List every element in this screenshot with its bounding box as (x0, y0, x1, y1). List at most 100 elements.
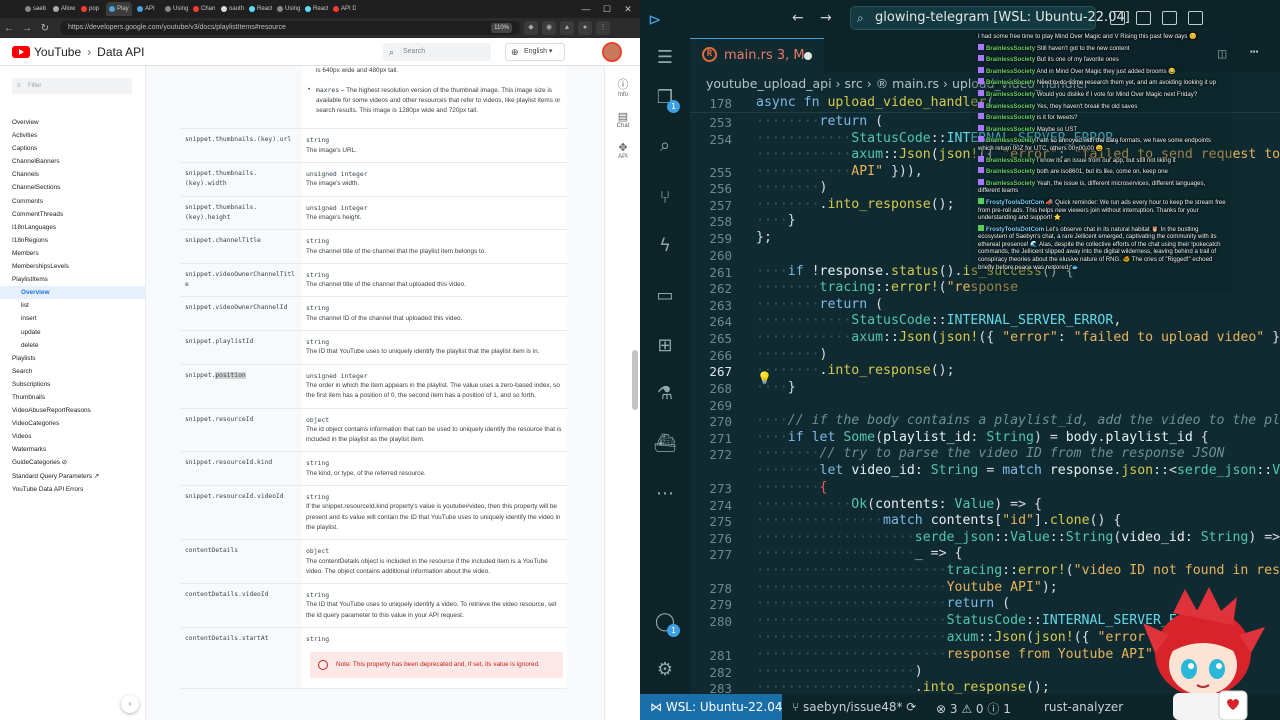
section-title[interactable]: Data API (97, 45, 144, 59)
problems-indicator[interactable]: ⊗ 3 ⚠ 0 ⓘ 1 (936, 700, 1011, 717)
sidebar-item[interactable]: Comments (0, 195, 145, 208)
code-line[interactable]: ························response from Yo… (756, 647, 1185, 662)
settings-gear-icon[interactable]: ⚙ (653, 658, 677, 682)
toggle-secondary-sidebar-icon[interactable] (1162, 11, 1177, 25)
extension-icon[interactable]: ◉ (542, 21, 556, 35)
sidebar-item[interactable]: VideoAbuseReportReasons (0, 404, 145, 417)
command-center[interactable]: ⌕ glowing-telegram [WSL: Ubuntu-22.04] (850, 6, 1130, 30)
rail-item-info[interactable]: ⓘ Info (605, 76, 640, 98)
more-actions-icon[interactable]: ⋯ (1250, 44, 1258, 60)
toggle-panel-icon[interactable] (1136, 11, 1151, 25)
more-icon[interactable]: ⋯ (653, 482, 677, 506)
sidebar-item[interactable]: VideoCategories (0, 417, 145, 430)
unsaved-dot-icon[interactable] (804, 52, 812, 60)
filter-input[interactable]: Filter (12, 78, 132, 94)
code-line[interactable]: ········return ( (756, 114, 883, 129)
forward-icon[interactable]: → (820, 10, 832, 26)
code-line[interactable]: ························tracing::error!(… (756, 563, 1280, 578)
browser-tab[interactable]: pop (78, 2, 104, 16)
collapse-sidebar-button[interactable]: ‹ (121, 695, 139, 713)
menu-icon[interactable]: ☰ (653, 46, 677, 70)
language-server-status[interactable]: rust-analyzer (1044, 700, 1123, 714)
minimize-icon[interactable]: — (576, 0, 596, 18)
sidebar-item[interactable]: CommentThreads (0, 208, 145, 221)
forward-icon[interactable]: → (18, 23, 36, 34)
code-line[interactable]: ····················_ => { (756, 546, 962, 561)
toggle-sidebar-icon[interactable] (1110, 11, 1125, 25)
code-line[interactable]: ····// if the body contains a playlist_i… (756, 413, 1280, 428)
remote-explorer-icon[interactable]: ▭ (653, 284, 677, 308)
sidebar-item[interactable]: list (0, 299, 145, 312)
code-line[interactable]: }; (756, 230, 772, 245)
sidebar-item[interactable]: GuideCategories ⊘ (0, 456, 145, 469)
url-field[interactable]: https://developers.google.com/youtube/v3… (60, 21, 520, 35)
code-line[interactable]: ············StatusCode::INTERNAL_SERVER_… (756, 313, 1121, 328)
code-line[interactable]: ············API" })), (756, 164, 923, 179)
sidebar-item[interactable]: Playlists (0, 352, 145, 365)
back-icon[interactable]: ← (792, 10, 804, 26)
sidebar-item[interactable]: delete (0, 339, 145, 352)
sidebar-item[interactable]: MembershipsLevels (0, 260, 145, 273)
customize-layout-icon[interactable] (1188, 11, 1203, 25)
code-line[interactable]: ········) (756, 347, 827, 362)
tab-main-rs[interactable]: R main.rs 3, M (690, 38, 824, 72)
extension-icon[interactable]: ▲ (560, 21, 574, 35)
sidebar-item[interactable]: Overview (0, 116, 145, 129)
scrollbar[interactable] (632, 350, 638, 410)
sidebar-item[interactable]: Videos (0, 430, 145, 443)
sidebar-item[interactable]: Channels (0, 168, 145, 181)
youtube-logo-icon[interactable] (12, 45, 30, 58)
rail-item-api[interactable]: ✥ API (605, 141, 640, 160)
run-debug-icon[interactable]: ϟ (653, 234, 677, 258)
accounts-icon[interactable]: ◯ 1 (653, 610, 680, 637)
sidebar-item[interactable]: Activities (0, 129, 145, 142)
menu-icon[interactable]: ⋮ (596, 21, 610, 35)
docker-icon[interactable]: ⛴ (653, 432, 677, 456)
code-line[interactable]: ············axum::Json(json!({ "error": … (756, 330, 1280, 345)
maximize-icon[interactable]: ☐ (597, 0, 617, 18)
source-control-icon[interactable]: ⑂ (653, 186, 677, 210)
sidebar-item[interactable]: Overview (0, 286, 145, 300)
sidebar-item[interactable]: Captions (0, 142, 145, 155)
back-icon[interactable]: ← (0, 23, 18, 34)
extensions-icon[interactable]: ⊞ (653, 334, 677, 358)
branch-indicator[interactable]: ⑂ saebyn/issue48* ⟳ (792, 700, 916, 714)
browser-tab[interactable]: API D (330, 2, 356, 16)
sidebar-item[interactable]: ChannelSections (0, 181, 145, 194)
sidebar-item[interactable]: ChannelBanners (0, 155, 145, 168)
code-line[interactable]: ························Youtube API"); (756, 580, 1058, 595)
testing-icon[interactable]: ⚗ (653, 382, 677, 406)
reload-icon[interactable]: ↻ (36, 23, 54, 34)
browser-tab[interactable]: Using (162, 2, 188, 16)
browser-tab[interactable]: API (134, 2, 160, 16)
browser-tab[interactable]: Play (106, 2, 132, 16)
sidebar-item[interactable]: I18nRegions (0, 234, 145, 247)
docs-search-input[interactable]: ⌕ Search (383, 43, 491, 61)
sidebar-item[interactable]: PlaylistItems (0, 273, 145, 286)
explorer-icon[interactable]: ❐ 1 (653, 86, 680, 113)
zoom-indicator[interactable]: 110% (491, 23, 512, 33)
close-icon[interactable]: ✕ (618, 0, 638, 18)
code-line[interactable]: ········.into_response(); (756, 197, 955, 212)
code-line[interactable]: ····················serde_json::Value::S… (756, 530, 1280, 545)
sidebar-item[interactable]: Members (0, 247, 145, 260)
code-line[interactable]: ············Ok(contents: Value) => { (756, 497, 1042, 512)
browser-tab[interactable]: saeb (22, 2, 48, 16)
rail-item-chat[interactable]: ▤ Chat (605, 110, 640, 129)
code-line[interactable]: ····} (756, 213, 796, 228)
code-line[interactable]: ········return ( (756, 297, 883, 312)
avatar[interactable] (602, 42, 622, 62)
code-line[interactable]: ········{ (756, 480, 827, 495)
sidebar-item[interactable]: Subscriptions (0, 378, 145, 391)
sidebar-item[interactable]: Standard Query Parameters ↗ (0, 470, 145, 483)
code-line[interactable]: ········let video_id: String = match res… (756, 463, 1280, 478)
sidebar-item[interactable]: Thumbnails (0, 391, 145, 404)
browser-tab[interactable]: React (246, 2, 272, 16)
language-select[interactable]: ⊕ English ▾ (505, 43, 565, 61)
profile-icon[interactable]: ● (578, 21, 592, 35)
sidebar-item[interactable]: Watermarks (0, 443, 145, 456)
browser-tab[interactable]: Using (274, 2, 300, 16)
code-line[interactable]: ························StatusCode::INTE… (756, 613, 1177, 628)
sidebar-item[interactable]: update (0, 326, 145, 339)
browser-tab[interactable]: Chan (190, 2, 216, 16)
